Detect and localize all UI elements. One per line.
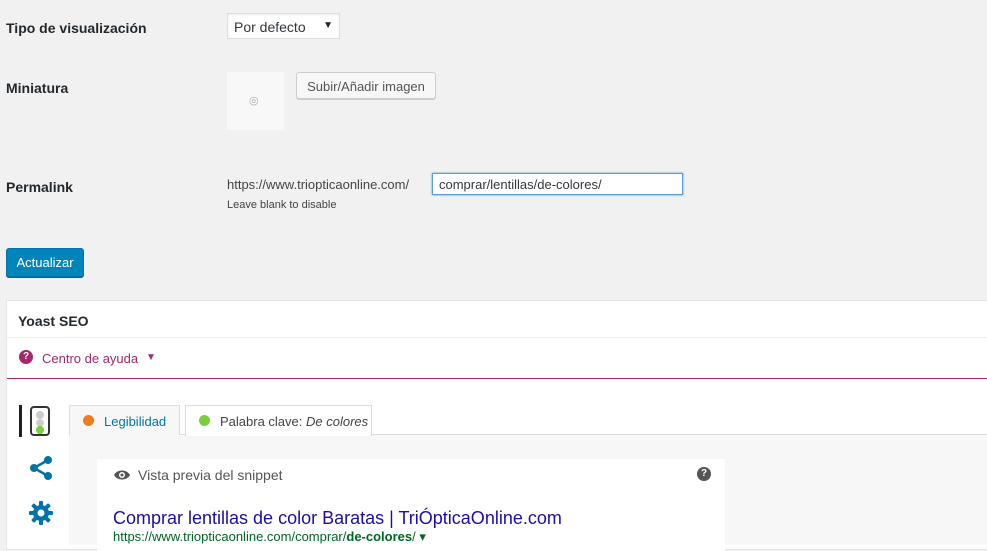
upload-image-button[interactable]: Subir/Añadir imagen [296,72,436,99]
help-circle-icon[interactable]: ? [19,350,33,364]
display-type-select[interactable]: Por defecto ▼ [227,13,340,39]
chevron-down-icon: ▼ [323,20,333,31]
serp-title[interactable]: Comprar lentillas de color Baratas | Tri… [113,508,562,529]
tab-readability[interactable]: Legibilidad [69,405,180,435]
permalink-label: Permalink [6,179,73,195]
thumbnail-preview[interactable]: ◎ [227,72,284,130]
tab-keyword[interactable]: Palabra clave: De colores [185,405,372,436]
snippet-heading: Vista previa del snippet [138,467,283,483]
status-bullet-orange [83,415,94,426]
share-icon[interactable] [29,455,53,481]
thumbnail-label: Miniatura [6,80,69,96]
permalink-input[interactable] [432,173,683,195]
permalink-prefix: https://www.triopticaonline.com/ [227,177,410,192]
display-type-label: Tipo de visualización [6,20,147,36]
caret-down-icon[interactable]: ▼ [146,352,156,363]
gear-icon[interactable] [28,500,54,526]
traffic-dot-red [36,411,44,419]
help-center-divider [7,378,987,379]
eye-icon [114,470,130,480]
status-bullet-green [199,415,210,426]
divider [7,337,987,338]
yoast-title: Yoast SEO [18,313,89,329]
permalink-hint: Leave blank to disable [227,199,337,211]
help-center-link[interactable]: Centro de ayuda [42,351,138,366]
help-circle-icon[interactable]: ? [697,467,711,481]
image-placeholder-icon: ◎ [249,95,259,107]
tab-keyword-prefix: Palabra clave: [220,414,306,429]
display-type-value: Por defecto [234,19,306,35]
tab-readability-label: Legibilidad [104,414,167,429]
tab-keyword-value: De colores [306,414,369,429]
traffic-light-icon[interactable] [30,406,50,436]
update-button[interactable]: Actualizar [6,248,84,277]
traffic-dot-green [36,426,44,434]
serp-url: https://www.triopticaonline.com/comprar/… [113,529,426,545]
tab-keyword-label: Palabra clave: De colores [220,414,368,429]
sidenav-active-indicator [19,405,22,437]
